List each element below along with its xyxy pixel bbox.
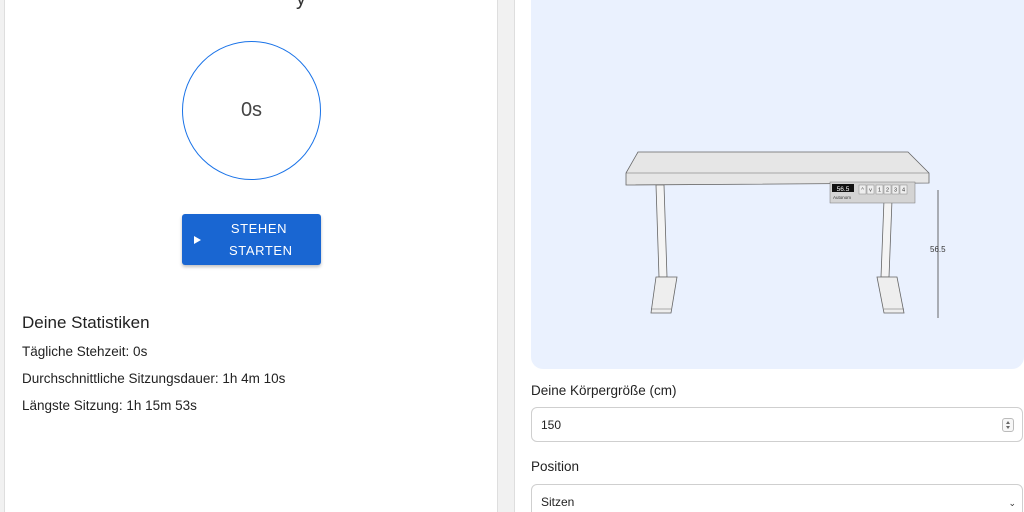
- body-height-label: Deine Körpergröße (cm): [531, 383, 677, 398]
- desk-top: [625, 151, 930, 186]
- desk-keys: ^ v 1 2 3 4: [858, 184, 908, 195]
- desk-key-4: 4: [902, 188, 905, 194]
- play-icon: [194, 235, 201, 244]
- desk-key-down: v: [869, 188, 872, 194]
- desk-control-panel: 56.5 Autonom ^ v 1 2 3 4: [829, 181, 916, 204]
- card-title: y: [296, 0, 306, 11]
- start-standing-button[interactable]: STEHEN STARTEN: [182, 214, 321, 265]
- spinner-icon[interactable]: [1002, 418, 1014, 432]
- stat-longest-session: Längste Sitzung: 1h 15m 53s: [22, 398, 197, 413]
- timer-ring: 0s: [182, 41, 321, 180]
- desk-leg-right: [876, 199, 905, 314]
- desk-brand: Autonom: [833, 195, 851, 200]
- stats-heading: Deine Statistiken: [22, 313, 150, 332]
- desk-illustration: 56.5 Autonom ^ v 1 2 3 4 56.5: [625, 151, 946, 318]
- start-label-line1: STEHEN: [230, 220, 288, 236]
- stat-daily-standing: Tägliche Stehzeit: 0s: [22, 344, 148, 359]
- desk-height-label: 56.5: [930, 245, 946, 254]
- desk-key-3: 3: [894, 188, 897, 194]
- desk-key-up: ^: [861, 188, 864, 194]
- position-label: Position: [531, 459, 580, 474]
- desk-key-1: 1: [878, 188, 881, 194]
- start-button-label: STEHEN STARTEN: [229, 218, 292, 262]
- timer-display: 0s: [240, 99, 263, 121]
- position-selected-value: Sitzen: [541, 495, 575, 509]
- desk-key-2: 2: [886, 188, 889, 194]
- height-measure: 56.5: [930, 190, 946, 318]
- chevron-down-icon: ⌄: [1008, 498, 1016, 508]
- desk-display-value: 56.5: [837, 186, 850, 193]
- body-height-input[interactable]: [531, 407, 1023, 442]
- stat-average-session: Durchschnittliche Sitzungsdauer: 1h 4m 1…: [22, 371, 286, 386]
- position-select[interactable]: Sitzen ⌄: [531, 484, 1023, 512]
- start-label-line2: STARTEN: [229, 242, 293, 258]
- desk-leg-left: [650, 184, 678, 314]
- page: y 0s STEHEN STARTEN Deine Statistiken Tä…: [0, 0, 1024, 512]
